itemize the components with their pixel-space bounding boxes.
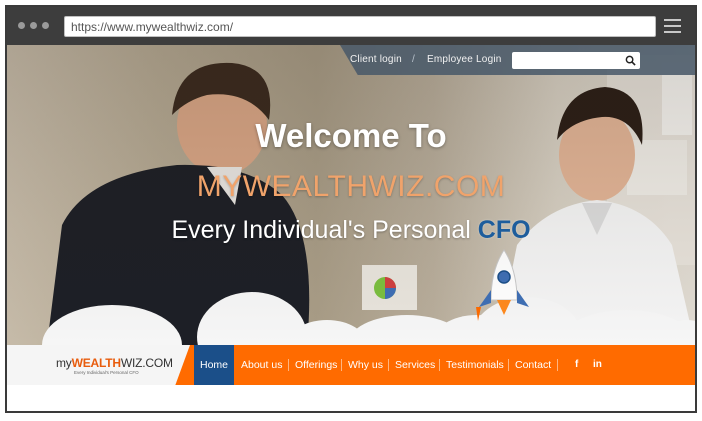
window-dot-2[interactable]: [30, 22, 37, 29]
browser-window: https://www.mywealthwiz.com/ Client logi…: [5, 5, 697, 413]
logo-suffix: WIZ.COM: [120, 356, 173, 370]
employee-login-link[interactable]: Employee Login: [427, 54, 502, 65]
page-content-area: [7, 385, 695, 411]
nav-divider: [341, 359, 342, 371]
search-input[interactable]: [512, 52, 640, 69]
nav-divider: [388, 359, 389, 371]
address-bar[interactable]: https://www.mywealthwiz.com/: [64, 16, 656, 37]
nav-about-us[interactable]: About us: [241, 345, 282, 385]
nav-home[interactable]: Home: [194, 345, 234, 385]
nav-testimonials[interactable]: Testimonials: [446, 345, 504, 385]
search-icon[interactable]: [625, 55, 636, 66]
facebook-icon[interactable]: f: [575, 345, 578, 385]
nav-why-us[interactable]: Why us: [348, 345, 383, 385]
hamburger-menu-icon[interactable]: [664, 19, 681, 33]
hero-tagline: Every Individual's Personal CFO: [7, 216, 695, 245]
logo-wordmark: myWEALTHWIZ.COM: [56, 356, 173, 370]
logo-subtitle: Every Individual's Personal CFO: [74, 370, 139, 375]
window-dot-1[interactable]: [18, 22, 25, 29]
nav-offerings[interactable]: Offerings: [295, 345, 337, 385]
hero-tagline-cfo: CFO: [477, 216, 531, 244]
nav-divider: [288, 359, 289, 371]
hero-banner: Client login / Employee Login Welcome To…: [7, 45, 695, 345]
linkedin-icon[interactable]: in: [593, 345, 602, 385]
site-logo[interactable]: myWEALTHWIZ.COM Every Individual's Perso…: [7, 345, 190, 385]
login-separator: /: [412, 54, 415, 65]
client-login-link[interactable]: Client login: [350, 54, 402, 65]
nav-contact[interactable]: Contact: [515, 345, 551, 385]
window-dot-3[interactable]: [42, 22, 49, 29]
nav-services[interactable]: Services: [395, 345, 435, 385]
main-navigation: myWEALTHWIZ.COM Every Individual's Perso…: [7, 345, 695, 385]
nav-divider: [557, 359, 558, 371]
hero-tagline-text: Every Individual's Personal: [171, 216, 471, 244]
browser-toolbar: https://www.mywealthwiz.com/: [7, 7, 695, 45]
nav-divider: [439, 359, 440, 371]
hero-brand-heading: MYWEALTHWIZ.COM: [196, 170, 506, 203]
logo-prefix: my: [56, 356, 72, 370]
logo-middle: WEALTH: [71, 356, 121, 370]
hero-welcome-heading: Welcome To: [255, 117, 447, 154]
nav-divider: [508, 359, 509, 371]
